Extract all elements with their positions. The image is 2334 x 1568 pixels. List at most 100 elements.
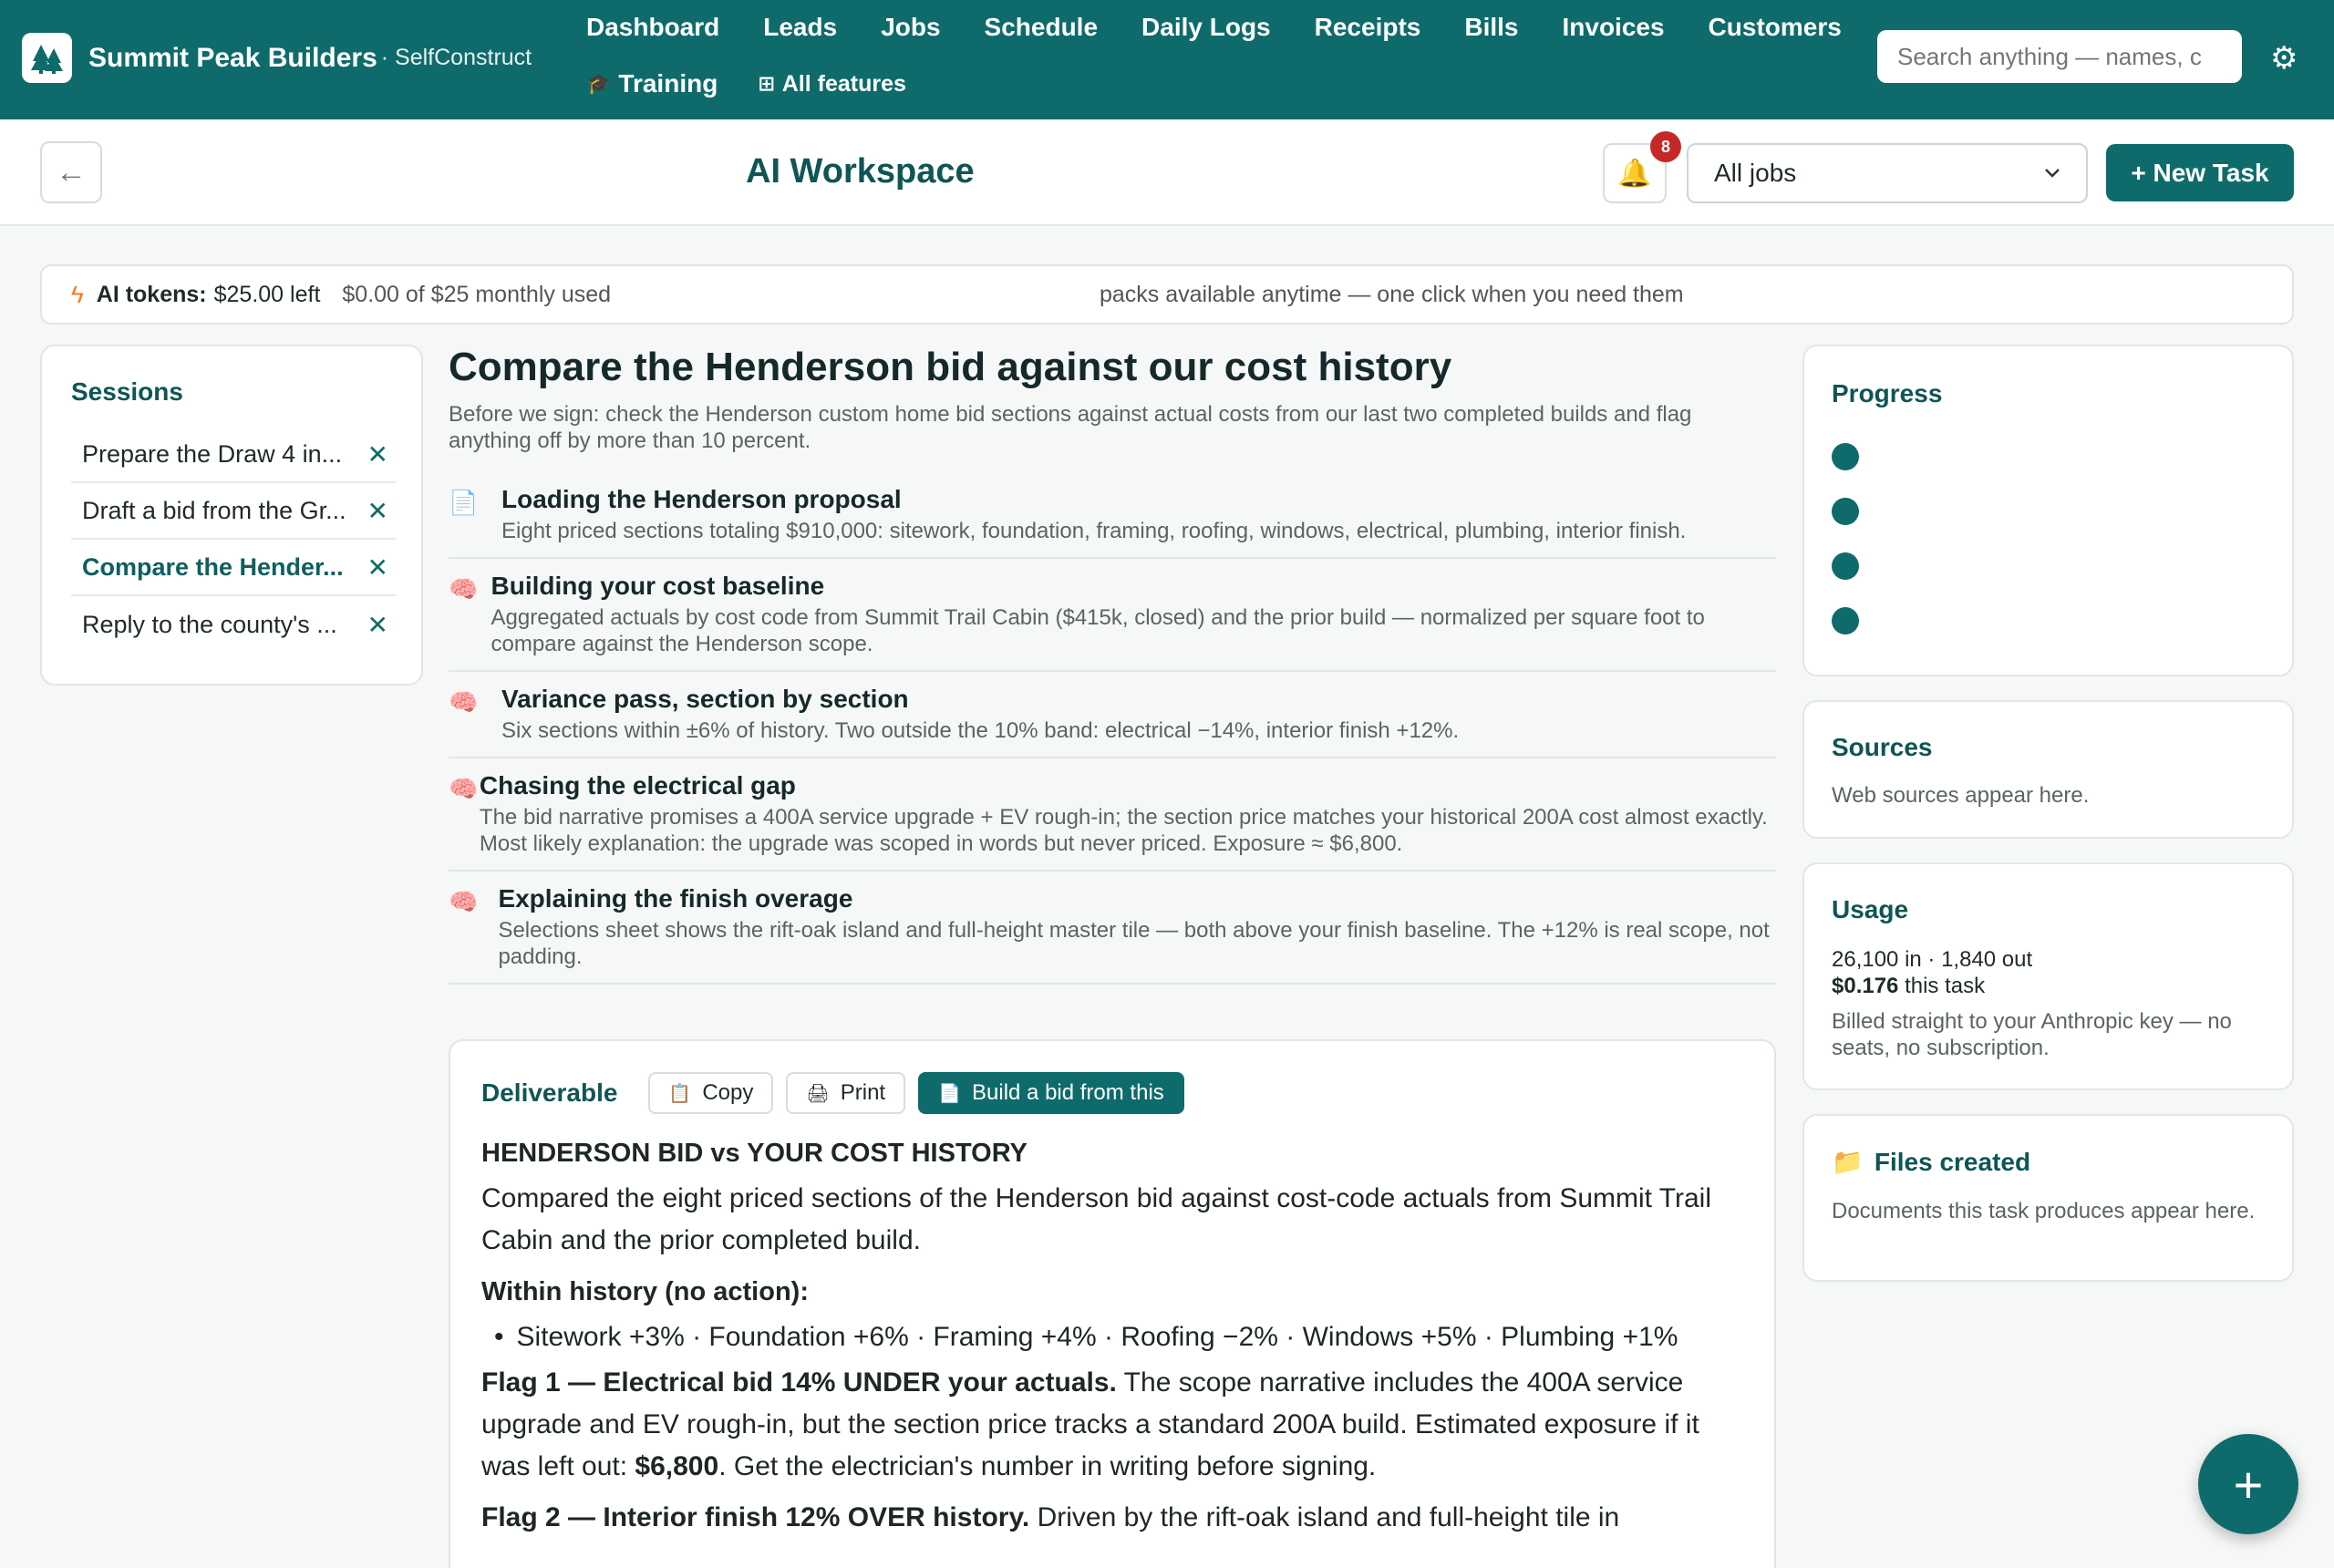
- top-nav: Summit Peak Builders · SelfConstruct Das…: [0, 0, 2334, 119]
- within-history-heading: Within history (no action):: [481, 1277, 809, 1306]
- folder-icon: 📁: [1832, 1148, 1864, 1176]
- nav-daily-logs[interactable]: Daily Logs: [1141, 13, 1271, 42]
- session-item-active[interactable]: Compare the Hender... ✕: [71, 540, 396, 596]
- nav-schedule[interactable]: Schedule: [985, 13, 1098, 42]
- session-item[interactable]: Draft a bid from the Gr... ✕: [71, 483, 396, 540]
- within-history-list: Sitework +3% · Foundation +6% · Framing …: [494, 1316, 1749, 1358]
- flag-2-title: Flag 2 — Interior finish 12% OVER histor…: [481, 1502, 1030, 1532]
- nav-dashboard[interactable]: Dashboard: [586, 13, 719, 42]
- flag-1-end: . Get the electrician's number in writin…: [718, 1451, 1377, 1481]
- brand-logo: [22, 33, 72, 83]
- sources-empty: Web sources appear here.: [1832, 783, 2090, 808]
- files-title: Files created: [1874, 1147, 2031, 1176]
- close-icon[interactable]: ✕: [367, 496, 388, 526]
- print-button[interactable]: 🖨 Print: [786, 1072, 906, 1114]
- nav-training[interactable]: 🎓 Training: [586, 69, 718, 98]
- token-packs-note: packs available anytime — one click when…: [1100, 281, 1684, 307]
- sessions-title: Sessions: [71, 377, 183, 406]
- sources-panel: Sources Web sources appear here.: [1802, 700, 2294, 839]
- session-item[interactable]: Reply to the county's ... ✕: [71, 596, 396, 653]
- new-task-button[interactable]: + New Task: [2106, 144, 2294, 201]
- nav-customers[interactable]: Customers: [1709, 13, 1842, 42]
- step-item: 🧠 Building your cost baseline Aggregated…: [449, 572, 1776, 672]
- build-bid-button[interactable]: 📄 Build a bid from this: [918, 1072, 1184, 1114]
- step-title: Chasing the electrical gap: [479, 771, 796, 799]
- sessions-panel: Sessions Prepare the Draw 4 in... ✕ Draf…: [40, 345, 423, 686]
- gear-icon[interactable]: ⚙: [2270, 40, 2298, 77]
- job-filter-value: All jobs: [1714, 159, 1797, 187]
- usage-tokens: 26,100 in · 1,840 out: [1832, 947, 2033, 972]
- step-text: Six sections within ±6% of history. Two …: [501, 718, 1460, 743]
- deliverable-heading: HENDERSON BID vs YOUR COST HISTORY: [481, 1139, 1028, 1168]
- back-button[interactable]: ←: [40, 141, 102, 203]
- search-input[interactable]: [1877, 30, 2242, 83]
- progress-title: Progress: [1832, 379, 1943, 407]
- progress-step-dot: [1832, 607, 1859, 634]
- nav-all-features[interactable]: ⊞ All features: [758, 71, 906, 98]
- step-text: The bid narrative promises a 400A servic…: [479, 805, 1768, 856]
- sources-title: Sources: [1832, 733, 1933, 761]
- files-empty: Documents this task produces appear here…: [1832, 1199, 2256, 1223]
- token-bar: ϟ AI tokens: $25.00 left $0.00 of $25 mo…: [40, 264, 2294, 325]
- job-filter-select[interactable]: All jobs: [1687, 143, 2088, 203]
- token-used: $0.00 of $25 monthly used: [342, 281, 612, 307]
- deliverable-intro: Compared the eight priced sections of th…: [481, 1183, 1712, 1255]
- progress-step-dot: [1832, 552, 1859, 580]
- brain-icon: 🧠: [449, 575, 479, 603]
- close-icon[interactable]: ✕: [367, 610, 388, 640]
- usage-cost-line: $0.176 this task: [1832, 973, 2278, 999]
- usage-title: Usage: [1832, 895, 1909, 923]
- files-panel: 📁 Files created Documents this task prod…: [1802, 1114, 2294, 1282]
- brain-icon: 🧠: [449, 688, 479, 716]
- session-label: Draft a bid from the Gr...: [82, 496, 346, 524]
- nav-receipts[interactable]: Receipts: [1315, 13, 1421, 42]
- files-title-row: 📁 Files created: [1832, 1147, 2030, 1177]
- usage-cost: $0.176: [1832, 974, 1899, 998]
- nav-invoices[interactable]: Invoices: [1562, 13, 1664, 42]
- flag-2: Flag 2 — Interior finish 12% OVER histor…: [481, 1497, 1749, 1539]
- deliverable-panel: Deliverable 📋 Copy 🖨 Print 📄 Build a bid…: [449, 1039, 1776, 1568]
- close-icon[interactable]: ✕: [367, 552, 388, 583]
- secondary-nav: 🎓 Training ⊞ All features: [586, 69, 906, 98]
- nav-all-features-label: All features: [781, 70, 906, 97]
- nav-leads[interactable]: Leads: [763, 13, 837, 42]
- usage-body: 26,100 in · 1,840 out $0.176 this task B…: [1832, 946, 2278, 1061]
- flag-1: Flag 1 — Electrical bid 14% UNDER your a…: [481, 1362, 1749, 1488]
- printer-icon: 🖨: [806, 1083, 830, 1104]
- brand[interactable]: Summit Peak Builders · SelfConstruct: [22, 33, 532, 83]
- main-nav: Dashboard Leads Jobs Schedule Daily Logs…: [586, 13, 1885, 42]
- page-header: ← AI Workspace 🔔 All jobs + New Task: [0, 119, 2334, 226]
- session-item[interactable]: Prepare the Draw 4 in... ✕: [71, 427, 396, 483]
- step-title: Variance pass, section by section: [501, 685, 909, 713]
- brand-name: Summit Peak Builders: [88, 42, 377, 73]
- close-icon[interactable]: ✕: [367, 439, 388, 469]
- step-title: Loading the Henderson proposal: [501, 485, 902, 513]
- within-history-item: Sitework +3% · Foundation +6% · Framing …: [494, 1316, 1749, 1358]
- copy-button[interactable]: 📋 Copy: [648, 1072, 774, 1114]
- flag-1-amount: $6,800: [635, 1451, 719, 1481]
- step-item: 📄 Loading the Henderson proposal Eight p…: [449, 485, 1776, 559]
- copy-label: Copy: [702, 1080, 754, 1105]
- plus-icon: +: [2233, 1455, 2264, 1513]
- task-title: Compare the Henderson bid against our co…: [449, 345, 1452, 389]
- session-label: Prepare the Draw 4 in...: [82, 439, 343, 468]
- task-description: Before we sign: check the Henderson cust…: [449, 402, 1692, 453]
- step-title: Explaining the finish overage: [498, 884, 853, 913]
- progress-step-dot: [1832, 498, 1859, 525]
- clipboard-icon: 📋: [668, 1083, 692, 1104]
- step-item: 🧠 Chasing the electrical gap The bid nar…: [449, 771, 1776, 872]
- arrow-left-icon: ←: [56, 154, 87, 190]
- deliverable-title: Deliverable: [481, 1078, 618, 1107]
- nav-jobs[interactable]: Jobs: [881, 13, 940, 42]
- nav-bills[interactable]: Bills: [1464, 13, 1518, 42]
- usage-panel: Usage 26,100 in · 1,840 out $0.176 this …: [1802, 862, 2294, 1090]
- session-label: Reply to the county's ...: [82, 610, 337, 638]
- flag-2-text: Driven by the rift-oak island and full-h…: [1029, 1502, 1620, 1532]
- add-fab-button[interactable]: +: [2198, 1434, 2298, 1534]
- step-item: 🧠 Explaining the finish overage Selectio…: [449, 884, 1776, 985]
- deliverable-header: Deliverable 📋 Copy 🖨 Print 📄 Build a bid…: [481, 1072, 1197, 1114]
- bell-icon: 🔔: [1617, 158, 1652, 189]
- brand-product: · SelfConstruct: [380, 45, 532, 70]
- session-label: Compare the Hender...: [82, 552, 344, 581]
- usage-note: Billed straight to your Anthropic key — …: [1832, 1009, 2232, 1060]
